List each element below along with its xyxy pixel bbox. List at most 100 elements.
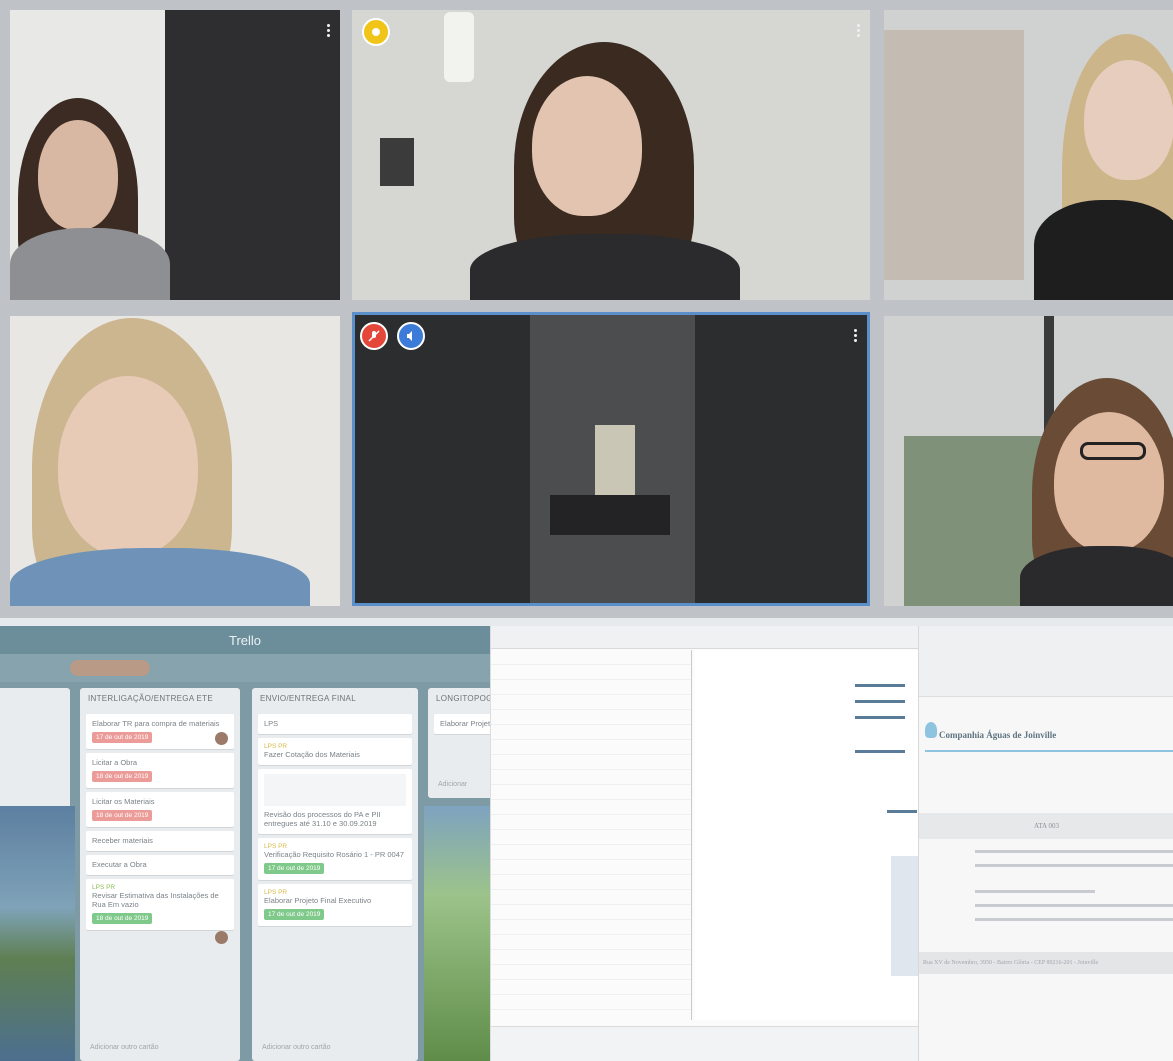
- add-card-button[interactable]: Adicionar outro cartão: [252, 1038, 340, 1057]
- table-column-divider: [691, 650, 692, 1020]
- trello-board-bar: [0, 654, 490, 682]
- participant-tile-5-active[interactable]: [352, 312, 870, 606]
- due-date-badge: 18 de out de 2019: [92, 771, 153, 782]
- trello-logo: Trello: [228, 632, 262, 648]
- trello-card[interactable]: Receber materiais: [86, 831, 234, 851]
- gantt-bar: [891, 856, 919, 976]
- trello-list-1: INTERLIGAÇÃO/ENTREGA ETE Elaborar TR par…: [80, 688, 240, 1061]
- document-footer-address: Rua XV de Novembro, 3950 - Bairro Glória…: [919, 952, 1173, 974]
- trello-card[interactable]: Executar a Obra: [86, 855, 234, 875]
- trello-card[interactable]: LPS PR Fazer Cotação dos Materiais: [258, 738, 412, 765]
- gantt-bar: [855, 684, 905, 687]
- card-title: Fazer Cotação dos Materiais: [264, 750, 360, 759]
- tile-options-icon[interactable]: [857, 24, 860, 38]
- gantt-bar: [855, 716, 905, 719]
- card-image: [264, 774, 406, 806]
- due-date-badge: 18 de out de 2019: [92, 913, 153, 924]
- document-heading: ATA 003: [919, 813, 1173, 839]
- due-date-badge: 17 de out de 2019: [92, 732, 153, 743]
- card-title: Elaborar Projeto Final Executivo: [264, 896, 372, 905]
- member-avatars[interactable]: [70, 660, 150, 676]
- list-title: ENVIO/ENTREGA FINAL: [260, 694, 356, 703]
- schedule-footer: [491, 1026, 919, 1061]
- trello-card[interactable]: Revisão dos processos do PA e PII entreg…: [258, 769, 412, 834]
- card-title: Executar a Obra: [92, 860, 147, 869]
- avatar: [215, 931, 228, 944]
- list-title: INTERLIGAÇÃO/ENTREGA ETE: [88, 694, 214, 703]
- speaker-icon: [397, 322, 425, 350]
- schedule-table: [491, 650, 691, 1020]
- glasses-icon: [1080, 442, 1146, 460]
- card-label: LPS PR: [264, 889, 288, 896]
- participant-shirt: [1034, 200, 1173, 300]
- trello-list-partial: [0, 688, 70, 808]
- document-ribbon: [919, 626, 1173, 697]
- trello-card[interactable]: LPS: [258, 714, 412, 734]
- card-title: Elaborar Projeto: [440, 719, 490, 728]
- text-line: [975, 864, 1173, 867]
- schedule-header: [491, 626, 919, 649]
- company-logo: [925, 722, 937, 738]
- text-line: [975, 850, 1173, 853]
- room-table: [550, 495, 670, 535]
- card-title: Revisão dos processos do PA e PII entreg…: [264, 810, 381, 828]
- card-title: Elaborar TR para compra de materiais: [92, 719, 220, 728]
- trello-card[interactable]: LPS PR Revisar Estimativa das Instalaçõe…: [86, 879, 234, 944]
- avatar: [215, 732, 228, 745]
- participant-tile-2[interactable]: [352, 10, 870, 300]
- card-title: Licitar os Materiais: [92, 797, 155, 806]
- card-title: LPS: [264, 719, 279, 728]
- wall-switch: [380, 138, 414, 186]
- participant-shirt: [10, 548, 310, 606]
- trello-card[interactable]: LPS PR Verificação Requisito Rosário 1 -…: [258, 838, 412, 880]
- card-title: Receber materiais: [92, 836, 153, 845]
- list-title: LONGITOPOGR: [436, 694, 490, 703]
- project-schedule-window[interactable]: [490, 626, 919, 1061]
- participant-face: [38, 120, 118, 230]
- card-title: Verificação Requisito Rosário 1 - PR 004…: [264, 850, 405, 859]
- trello-list-2: ENVIO/ENTREGA FINAL LPS LPS PR Fazer Cot…: [252, 688, 418, 1061]
- participant-tile-6[interactable]: [884, 316, 1173, 606]
- tile-options-icon[interactable]: [327, 24, 330, 38]
- header-divider: [925, 750, 1173, 752]
- text-line: [975, 918, 1173, 921]
- room-window: [595, 425, 635, 495]
- trello-card[interactable]: Elaborar Projeto: [434, 714, 490, 734]
- tile-options-icon[interactable]: [854, 329, 857, 343]
- due-date-badge: 17 de out de 2019: [264, 909, 325, 920]
- add-card-button[interactable]: Adicionar: [428, 775, 477, 794]
- hand-raised-icon: [362, 18, 390, 46]
- gantt-bar: [887, 810, 917, 813]
- landscape-photo: [424, 806, 490, 1061]
- participant-shirt: [470, 234, 740, 300]
- document-window[interactable]: Companhia Águas de Joinville ATA 003 Rua…: [918, 626, 1173, 1061]
- text-line: [975, 890, 1095, 893]
- text-line: [975, 904, 1173, 907]
- landscape-photo: [0, 806, 75, 1061]
- participant-shirt: [10, 228, 170, 300]
- company-name: Companhia Águas de Joinville: [939, 730, 1057, 740]
- participant-face: [1054, 412, 1164, 552]
- trello-card[interactable]: LPS PR Elaborar Projeto Final Executivo …: [258, 884, 412, 926]
- trello-card[interactable]: Elaborar TR para compra de materiais 17 …: [86, 714, 234, 749]
- intercom-phone: [444, 12, 474, 82]
- add-card-button[interactable]: Adicionar outro cartão: [80, 1038, 168, 1057]
- card-label: LPS PR: [92, 884, 116, 891]
- participant-tile-4[interactable]: [10, 316, 340, 606]
- trello-header: Trello: [0, 626, 490, 654]
- participant-tile-1[interactable]: [10, 10, 340, 300]
- card-label: LPS PR: [264, 843, 288, 850]
- trello-board[interactable]: Trello INTERLIGAÇÃO/ENTREGA ETE Elaborar…: [0, 626, 490, 1061]
- participant-face: [58, 376, 198, 556]
- participant-face: [1084, 60, 1173, 180]
- gantt-bar: [855, 750, 905, 753]
- gantt-chart-area: [695, 650, 919, 1020]
- video-call-grid: [0, 0, 1173, 618]
- participant-tile-3[interactable]: [884, 10, 1173, 300]
- trello-card[interactable]: Licitar a Obra 18 de out de 2019: [86, 753, 234, 788]
- trello-card[interactable]: Licitar os Materiais 18 de out de 2019: [86, 792, 234, 827]
- participant-shirt: [1020, 546, 1173, 606]
- due-date-badge: 18 de out de 2019: [92, 810, 153, 821]
- participant-face: [532, 76, 642, 216]
- due-date-badge: 17 de out de 2019: [264, 863, 325, 874]
